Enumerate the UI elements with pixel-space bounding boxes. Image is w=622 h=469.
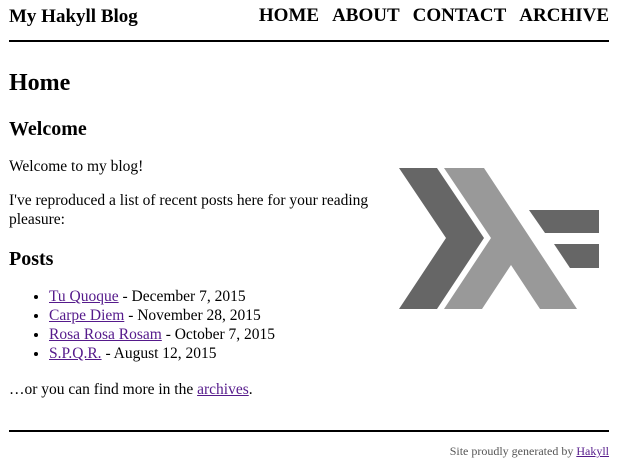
post-link[interactable]: Rosa Rosa Rosam	[49, 326, 162, 343]
posts-heading: Posts	[9, 248, 54, 270]
archives-link[interactable]: archives	[197, 381, 249, 398]
nav-home-link[interactable]: HOME	[259, 5, 319, 26]
archive-suffix: .	[248, 381, 253, 398]
site-header: My Hakyll Blog HOME ABOUT CONTACT ARCHIVE	[9, 0, 609, 42]
haskell-logo-lower-bar	[554, 244, 599, 268]
post-link[interactable]: Tu Quoque	[49, 288, 119, 305]
hakyll-link[interactable]: Hakyll	[576, 444, 609, 458]
haskell-logo-icon	[399, 168, 599, 309]
post-list-item: Tu Quoque - December 7, 2015	[49, 287, 275, 306]
nav-contact-link[interactable]: CONTACT	[413, 5, 507, 26]
post-link[interactable]: S.P.Q.R.	[49, 345, 102, 362]
post-date: - November 28, 2015	[124, 307, 261, 324]
archive-text: …or you can find more in the archives.	[9, 380, 253, 399]
post-list-item: Carpe Diem - November 28, 2015	[49, 306, 275, 325]
page-title: Home	[9, 70, 71, 96]
post-date: - October 7, 2015	[161, 326, 276, 343]
intro-text: I've reproduced a list of recent posts h…	[9, 192, 369, 228]
post-list-item: S.P.Q.R. - August 12, 2015	[49, 344, 275, 363]
post-link[interactable]: Carpe Diem	[49, 307, 124, 324]
page: My Hakyll Blog HOME ABOUT CONTACT ARCHIVE H…	[9, 0, 609, 469]
post-date: - December 7, 2015	[118, 288, 246, 305]
footer-prefix: Site proudly generated by	[449, 444, 577, 458]
welcome-text: Welcome to my blog!	[9, 158, 144, 175]
site-footer: Site proudly generated by Hakyll	[9, 430, 609, 469]
post-list-item: Rosa Rosa Rosam - October 7, 2015	[49, 325, 275, 344]
haskell-logo-upper-bar	[529, 210, 599, 233]
post-list: Tu Quoque - December 7, 2015 Carpe Diem …	[9, 287, 275, 363]
archive-prefix: …or you can find more in the	[9, 381, 198, 398]
nav-about-link[interactable]: ABOUT	[332, 5, 400, 26]
nav-archive-link[interactable]: ARCHIVE	[519, 5, 609, 26]
post-date: - August 12, 2015	[101, 345, 217, 362]
site-logo-link[interactable]: My Hakyll Blog	[9, 6, 138, 28]
welcome-heading: Welcome	[9, 118, 87, 140]
main-nav: HOME ABOUT CONTACT ARCHIVE	[246, 5, 609, 27]
footer-text: Site proudly generated by Hakyll	[450, 444, 609, 459]
